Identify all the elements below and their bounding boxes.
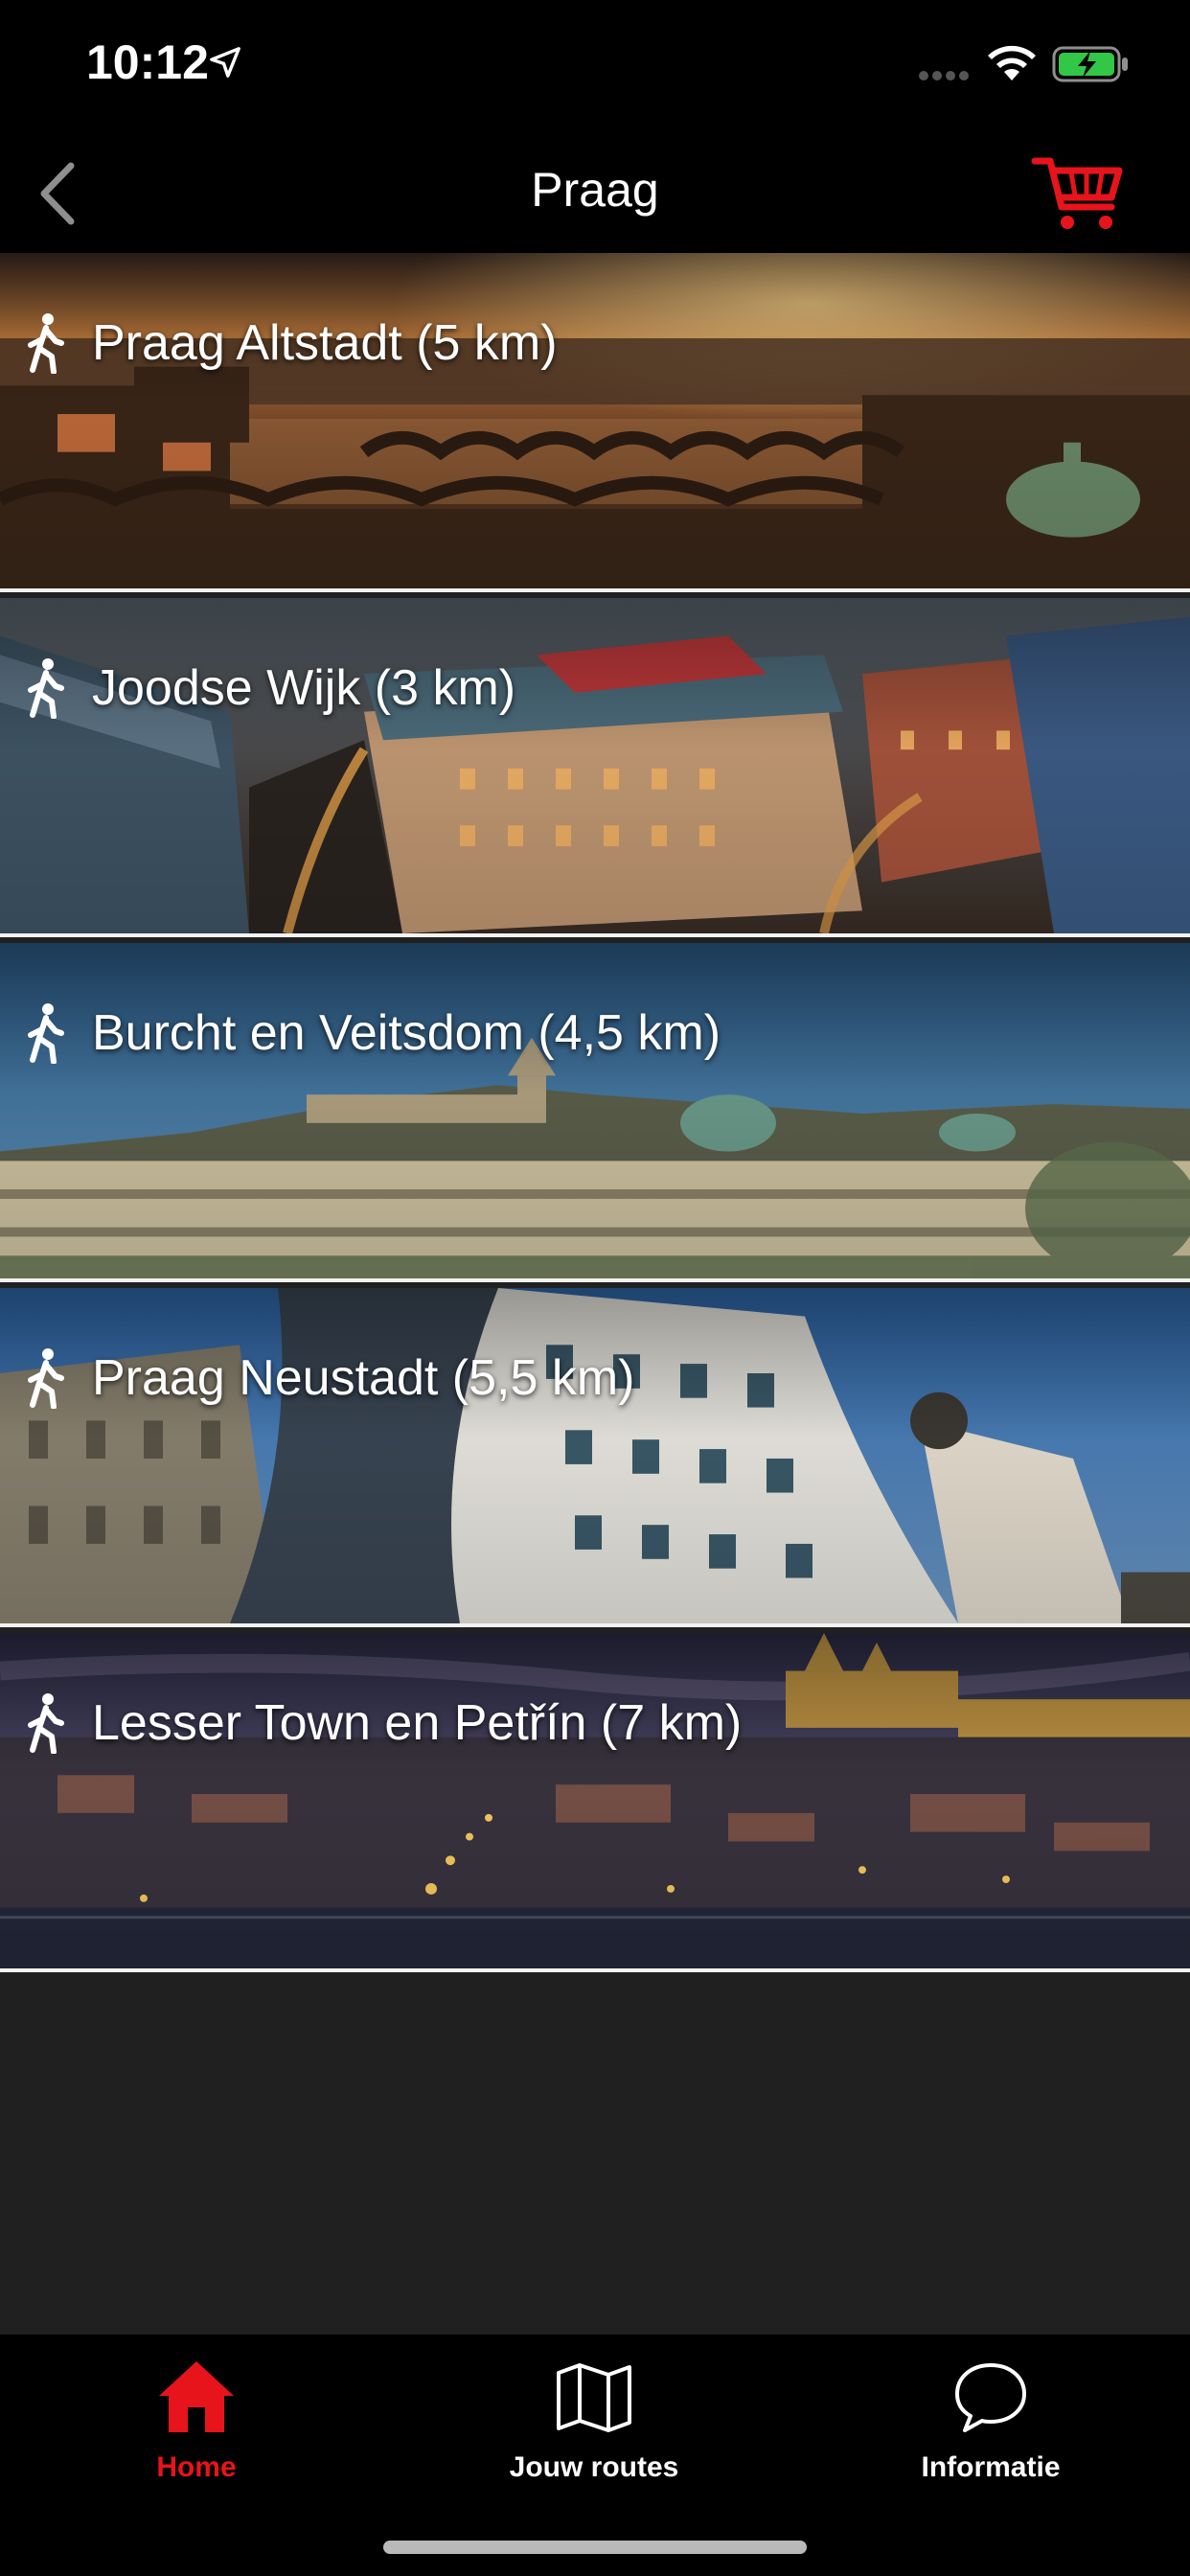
route-card-joodse-wijk[interactable]: Joodse Wijk (3 km) xyxy=(0,598,1190,937)
tab-label: Home xyxy=(156,2451,237,2483)
cellular-signal-icon xyxy=(918,69,972,86)
tab-label: Jouw routes xyxy=(509,2451,679,2483)
route-title: Burcht en Veitsdom (4,5 km) xyxy=(92,1005,721,1061)
map-icon xyxy=(557,2363,631,2432)
route-card-praag-neustadt[interactable]: Praag Neustadt (5,5 km) xyxy=(0,1288,1190,1627)
wifi-icon xyxy=(985,42,1039,87)
image-overlay xyxy=(0,1288,1190,1623)
status-bar: 10:12 xyxy=(0,0,1190,134)
image-overlay xyxy=(0,598,1190,933)
page-title: Praag xyxy=(531,163,659,217)
route-label: Lesser Town en Petřín (7 km) xyxy=(23,1692,742,1754)
route-card-burcht-en-veitsdom[interactable]: Burcht en Veitsdom (4,5 km) xyxy=(0,943,1190,1282)
tab-home[interactable]: Home xyxy=(53,2354,340,2517)
route-title: Lesser Town en Petřín (7 km) xyxy=(92,1695,743,1751)
walking-person-icon xyxy=(28,313,64,374)
battery-charging-icon xyxy=(1052,46,1131,87)
walking-person-icon xyxy=(28,1003,64,1064)
home-icon xyxy=(159,2361,234,2432)
tab-label: Informatie xyxy=(921,2451,1061,2483)
walking-person-icon xyxy=(28,1348,64,1409)
route-label: Burcht en Veitsdom (4,5 km) xyxy=(23,1002,721,1064)
home-indicator xyxy=(383,2541,807,2554)
walking-person-icon xyxy=(28,1693,64,1754)
image-overlay xyxy=(0,943,1190,1278)
route-label: Praag Altstadt (5 km) xyxy=(23,312,558,374)
walking-person-icon xyxy=(28,658,64,719)
route-title: Joodse Wijk (3 km) xyxy=(92,660,516,716)
status-time: 10:12 xyxy=(86,35,209,89)
route-title: Praag Neustadt (5,5 km) xyxy=(92,1350,635,1406)
tab-jouw-routes[interactable]: Jouw routes xyxy=(450,2354,738,2517)
route-card-praag-altstadt[interactable]: Praag Altstadt (5 km) xyxy=(0,253,1190,592)
cart-button[interactable] xyxy=(1031,153,1127,234)
route-label: Praag Neustadt (5,5 km) xyxy=(23,1347,634,1409)
chat-bubble-icon xyxy=(955,2363,1026,2432)
image-overlay xyxy=(0,1633,1190,1968)
image-overlay xyxy=(0,253,1190,588)
shopping-cart-icon xyxy=(1031,157,1123,229)
location-arrow-icon xyxy=(209,46,241,83)
route-card-lesser-town-en-petrin[interactable]: Lesser Town en Petřín (7 km) xyxy=(0,1633,1190,1972)
navigation-bar: Praag xyxy=(0,134,1190,253)
route-title: Praag Altstadt (5 km) xyxy=(92,315,558,371)
route-label: Joodse Wijk (3 km) xyxy=(23,657,515,719)
tab-informatie[interactable]: Informatie xyxy=(847,2354,1134,2517)
route-list: Praag Altstadt (5 km) Joodse Wijk (3 km)… xyxy=(0,253,1190,2334)
